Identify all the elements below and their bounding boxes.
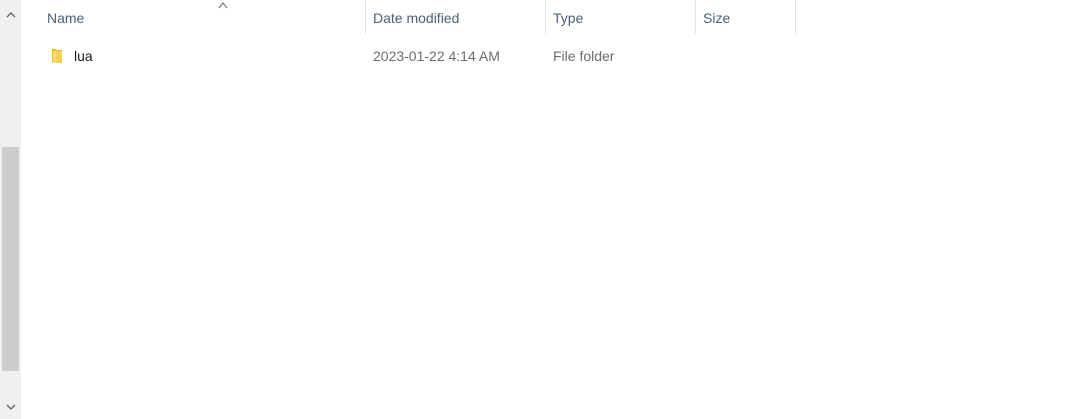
column-header-size[interactable]: Size bbox=[696, 0, 796, 36]
column-header-type[interactable]: Type bbox=[546, 0, 696, 36]
file-explorer-window: Name Date modified Type Size lua 2023-01… bbox=[0, 0, 1078, 419]
scroll-down-button[interactable] bbox=[0, 397, 21, 417]
column-header-date-modified-label: Date modified bbox=[373, 10, 460, 26]
file-row[interactable]: lua 2023-01-22 4:14 AM File folder bbox=[21, 40, 796, 72]
file-name-cell[interactable]: lua bbox=[49, 40, 93, 72]
scroll-up-button[interactable] bbox=[0, 4, 21, 24]
chevron-down-icon bbox=[6, 404, 15, 410]
folder-icon bbox=[52, 49, 62, 63]
column-header-bar: Name Date modified Type Size bbox=[21, 0, 1078, 36]
column-header-date-modified[interactable]: Date modified bbox=[366, 0, 546, 36]
scroll-thumb[interactable] bbox=[2, 147, 19, 371]
chevron-up-icon bbox=[6, 11, 15, 17]
file-type: File folder bbox=[553, 48, 615, 64]
column-header-name[interactable]: Name bbox=[40, 0, 366, 36]
file-date-modified: 2023-01-22 4:14 AM bbox=[373, 48, 500, 64]
column-header-type-label: Type bbox=[553, 10, 584, 26]
column-header-name-label: Name bbox=[47, 10, 85, 26]
column-header-size-label: Size bbox=[703, 10, 731, 26]
file-name: lua bbox=[74, 48, 93, 64]
vertical-scrollbar[interactable] bbox=[0, 0, 21, 419]
